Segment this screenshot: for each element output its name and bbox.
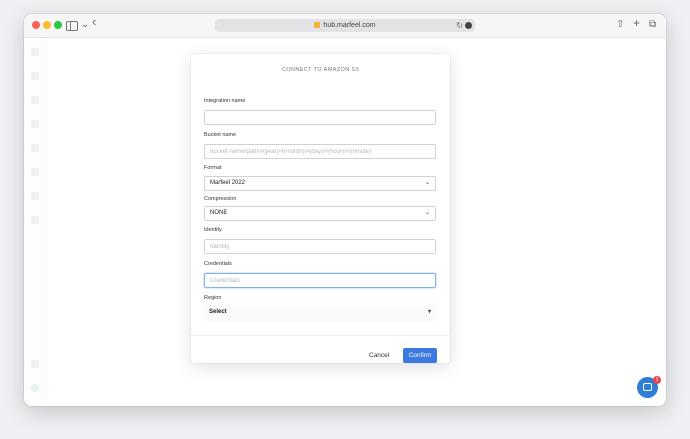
address-bar[interactable]: hub.marfeel.com ↻	[215, 19, 475, 32]
tab-overview-icon[interactable]: ⧉	[649, 18, 656, 32]
reload-icon[interactable]: ↻	[456, 19, 463, 32]
identity-input[interactable]	[204, 239, 436, 254]
site-favicon-icon	[314, 22, 321, 28]
back-icon[interactable]: ‹	[92, 15, 96, 29]
format-select[interactable]: Marfeel 2022 ⌄	[204, 176, 436, 191]
credentials-label: Credentials	[204, 261, 232, 267]
notification-badge: 1	[653, 376, 661, 384]
extension-icon[interactable]	[465, 22, 472, 29]
region-selected-value: Select	[209, 309, 227, 315]
format-label: Format	[204, 165, 222, 171]
credentials-input[interactable]	[204, 273, 436, 288]
caret-down-icon: ▾	[427, 309, 431, 315]
browser-toolbar: ⌄ ‹ hub.marfeel.com ↻ ⇧ + ⧉	[24, 14, 666, 38]
url-text: hub.marfeel.com	[323, 22, 376, 29]
confirm-button[interactable]: Confirm	[403, 348, 437, 363]
chat-icon	[643, 383, 652, 391]
format-selected-value: Marfeel 2022	[210, 180, 246, 186]
new-tab-icon[interactable]: +	[633, 16, 640, 30]
cancel-button[interactable]: Cancel	[369, 348, 389, 363]
chevron-down-icon: ⌄	[424, 210, 430, 216]
chevron-down-icon[interactable]: ⌄	[81, 18, 89, 32]
connect-s3-dialog: CONNECT TO AMAZON S3 Integration name Bu…	[191, 54, 450, 363]
integration-name-input[interactable]	[204, 110, 436, 125]
zoom-window-button[interactable]	[54, 21, 62, 29]
compression-selected-value: NONE	[210, 210, 228, 216]
identity-label: Identity	[204, 227, 222, 233]
integration-name-label: Integration name	[204, 98, 246, 104]
dialog-footer-divider	[191, 335, 450, 336]
chevron-down-icon: ⌄	[424, 180, 430, 186]
bucket-name-input[interactable]	[204, 144, 436, 159]
region-select[interactable]: Select ▾	[204, 306, 436, 321]
dialog-title: CONNECT TO AMAZON S3	[281, 67, 360, 73]
bucket-name-label: Bucket name	[204, 132, 237, 138]
close-window-button[interactable]	[32, 21, 40, 29]
region-label: Region	[204, 295, 222, 301]
share-icon[interactable]: ⇧	[616, 18, 624, 32]
compression-label: Compression	[204, 196, 237, 202]
minimize-window-button[interactable]	[43, 21, 51, 29]
sidebar-toggle-icon[interactable]	[66, 21, 78, 31]
compression-select[interactable]: NONE ⌄	[204, 206, 436, 221]
